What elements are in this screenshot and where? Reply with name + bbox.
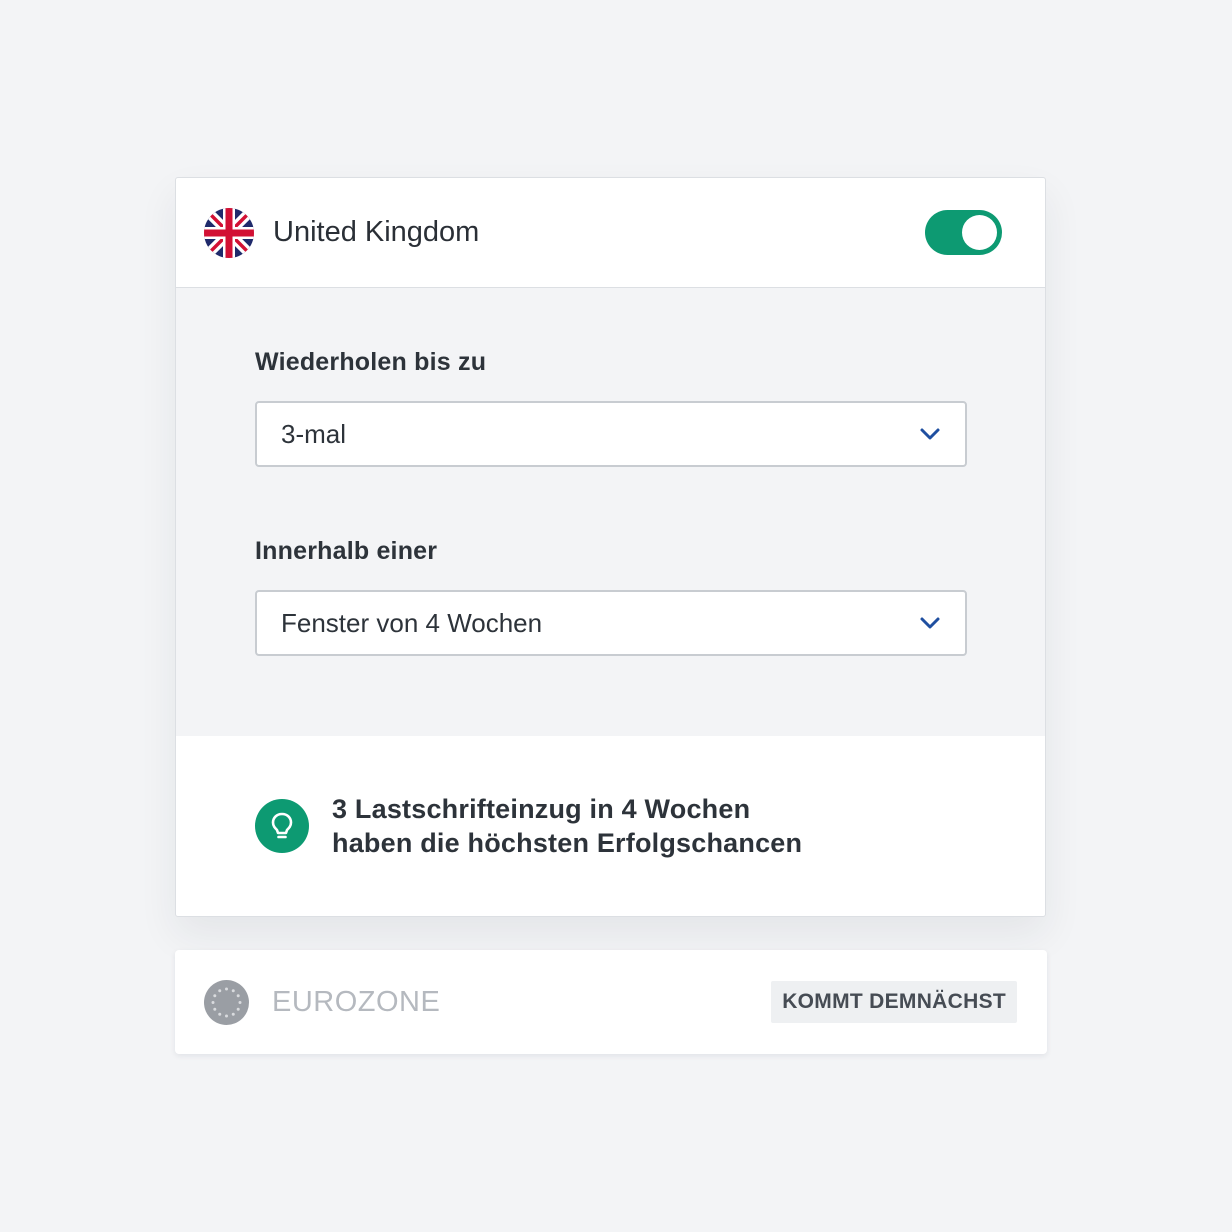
retry-window-field: Innerhalb einer Fenster von 4 Wochen <box>255 537 967 656</box>
uk-enabled-toggle[interactable] <box>925 210 1002 255</box>
retry-count-label: Wiederholen bis zu <box>255 348 487 376</box>
retry-window-label: Innerhalb einer <box>255 537 438 565</box>
uk-flag-icon <box>204 207 254 258</box>
country-name: United Kingdom <box>273 216 480 248</box>
retry-settings: Wiederholen bis zu 3-mal Innerhalb einer… <box>176 288 1045 736</box>
eu-flag-icon <box>204 979 249 1025</box>
uk-card: United Kingdom Wiederholen bis zu 3-mal … <box>175 177 1046 917</box>
coming-soon-badge: KOMMT DEMNÄCHST <box>771 981 1017 1023</box>
toggle-knob <box>962 215 997 250</box>
retry-count-field: Wiederholen bis zu 3-mal <box>255 348 967 467</box>
retry-count-value: 3-mal <box>281 418 347 449</box>
chevron-down-icon <box>920 428 940 440</box>
eurozone-name: EUROZONE <box>272 985 441 1018</box>
retry-window-value: Fenster von 4 Wochen <box>281 607 543 638</box>
chevron-down-icon <box>920 617 940 629</box>
eurozone-card: EUROZONE KOMMT DEMNÄCHST <box>175 950 1047 1054</box>
retry-window-select[interactable]: Fenster von 4 Wochen <box>255 590 967 656</box>
tip-text: 3 Lastschrifteinzug in 4 Wochen haben di… <box>332 792 802 860</box>
tip-line-2: haben die höchsten Erfolgschancen <box>332 828 803 858</box>
lightbulb-icon <box>255 799 309 853</box>
tip-panel: 3 Lastschrifteinzug in 4 Wochen haben di… <box>176 736 1045 916</box>
uk-card-header: United Kingdom <box>176 178 1045 288</box>
retry-count-select[interactable]: 3-mal <box>255 401 967 467</box>
tip-line-1: 3 Lastschrifteinzug in 4 Wochen <box>332 794 751 824</box>
